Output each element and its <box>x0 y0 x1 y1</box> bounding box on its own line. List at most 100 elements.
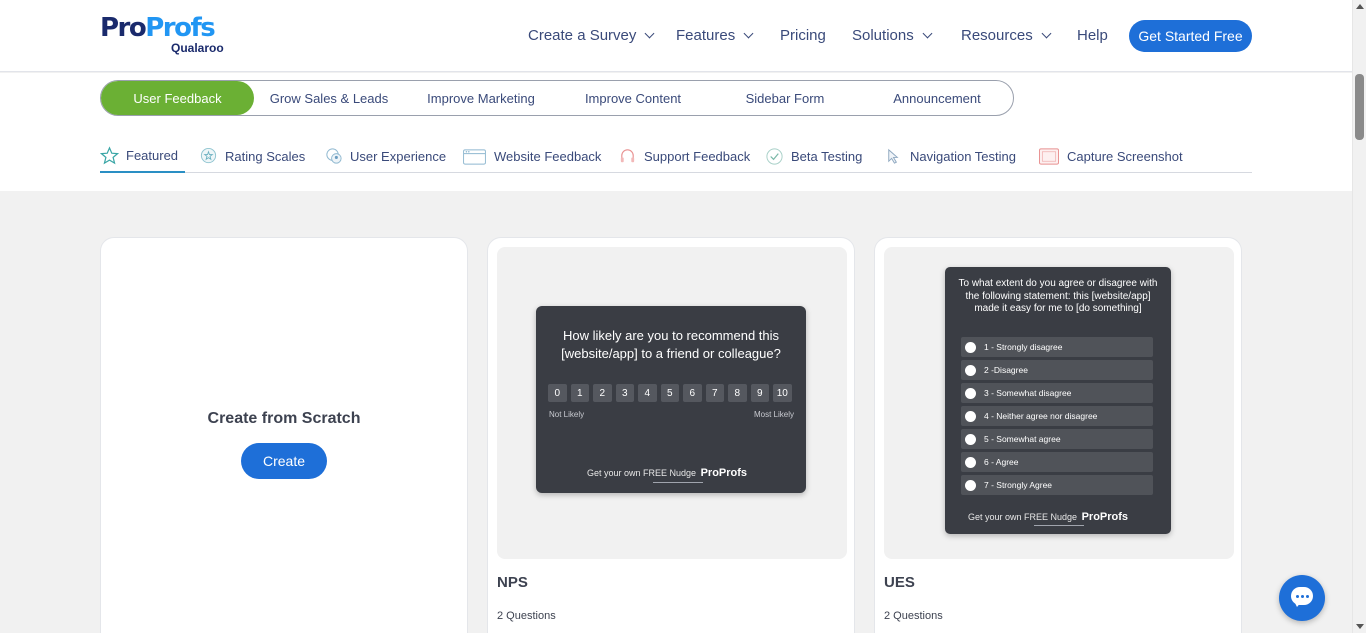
logo-profs: Profs <box>145 13 216 43</box>
radio-icon <box>965 410 976 422</box>
nps-option: 5 <box>660 384 679 402</box>
chat-dot <box>1306 595 1309 598</box>
tab-support-feedback-label: Support Feedback <box>644 148 751 164</box>
ues-question: To what extent do you agree or disagree … <box>958 278 1158 315</box>
category-grow-sales-leads[interactable]: Grow Sales & Leads <box>254 81 404 115</box>
tab-beta-testing-label: Beta Testing <box>791 148 863 164</box>
proprofs-qualaroo-logo[interactable]: ProProfs Qualaroo <box>100 14 230 58</box>
nps-option: 7 <box>705 384 724 402</box>
tab-navigation-testing[interactable]: Navigation Testing <box>884 140 1016 172</box>
page-scrollbar[interactable] <box>1352 0 1366 633</box>
tab-capture-screenshot[interactable]: Capture Screenshot <box>1038 140 1183 172</box>
chat-dot <box>1296 595 1299 598</box>
scrollbar-thumb[interactable] <box>1355 74 1364 140</box>
ues-option-label: 1 - Strongly disagree <box>984 342 1063 352</box>
chevron-down-icon <box>1041 28 1052 39</box>
scroll-down-arrow-icon[interactable] <box>1356 624 1364 629</box>
nav-pricing-label: Pricing <box>780 27 826 44</box>
chat-dot <box>1301 595 1304 598</box>
nps-scale: 0 1 2 3 4 5 6 7 8 9 10 <box>548 384 792 402</box>
tab-user-experience-label: User Experience <box>350 148 447 164</box>
radio-icon <box>965 479 976 491</box>
nps-option: 9 <box>750 384 769 402</box>
nps-option: 0 <box>548 384 567 402</box>
ues-option: 1 - Strongly disagree <box>961 337 1153 357</box>
nav-help-label: Help <box>1077 27 1108 44</box>
nps-option: 1 <box>570 384 589 402</box>
nps-nudge-underline <box>653 482 703 483</box>
category-pills: User Feedback Grow Sales & Leads Improve… <box>100 80 1014 116</box>
nav-help[interactable]: Help <box>1077 27 1108 44</box>
ues-nudge-brand: ProProfs <box>1081 511 1129 523</box>
headset-icon <box>620 148 635 162</box>
radio-icon <box>965 387 976 399</box>
star-icon <box>100 146 119 165</box>
screenshot-frame-icon <box>1039 147 1059 165</box>
nav-solutions-label: Solutions <box>852 27 914 44</box>
template-card-nps[interactable]: How likely are you to recommend this [we… <box>487 237 855 633</box>
create-button[interactable]: Create <box>241 443 327 479</box>
top-header: ProProfs Qualaroo Create a Survey Featur… <box>0 0 1352 72</box>
nav-create-survey[interactable]: Create a Survey <box>528 27 655 44</box>
tab-beta-testing[interactable]: Beta Testing <box>765 140 862 172</box>
ues-option: 7 - Strongly Agree <box>961 475 1153 495</box>
scroll-up-arrow-icon[interactable] <box>1356 4 1364 9</box>
nps-nudge-footer: Get your own FREE Nudge ProProfs <box>587 467 747 479</box>
chat-launcher-button[interactable] <box>1279 575 1325 621</box>
template-tabs: Featured Rating Scales User Experience W… <box>100 140 1252 173</box>
nav-features[interactable]: Features <box>676 27 754 44</box>
chevron-down-icon <box>644 28 655 39</box>
nps-option: 8 <box>728 384 747 402</box>
rating-bubble-icon <box>200 147 217 163</box>
nav-features-label: Features <box>676 27 736 44</box>
ues-preview: To what extent do you agree or disagree … <box>884 247 1234 559</box>
nps-nudge-brand: ProProfs <box>700 467 748 479</box>
nav-solutions[interactable]: Solutions <box>852 27 933 44</box>
nav-resources[interactable]: Resources <box>961 27 1052 44</box>
nps-card-title: NPS <box>497 574 528 591</box>
ues-option-label: 3 - Somewhat disagree <box>984 388 1072 398</box>
nav-pricing[interactable]: Pricing <box>780 27 826 44</box>
create-from-scratch-card[interactable]: Create from Scratch Create <box>100 237 468 633</box>
category-improve-content[interactable]: Improve Content <box>558 81 708 115</box>
tab-featured[interactable]: Featured <box>100 140 185 173</box>
logo-pro: Pro <box>100 13 147 43</box>
get-started-free-button[interactable]: Get Started Free <box>1129 20 1252 52</box>
ues-option: 3 - Somewhat disagree <box>961 383 1153 403</box>
nps-option: 2 <box>593 384 612 402</box>
logo-sub: Qualaroo <box>171 41 224 55</box>
nps-option: 4 <box>638 384 657 402</box>
nps-option: 3 <box>615 384 634 402</box>
radio-icon <box>965 364 976 376</box>
logo-wordmark: ProProfs <box>100 14 230 42</box>
ues-card-title: UES <box>884 574 915 591</box>
category-sidebar-form[interactable]: Sidebar Form <box>710 81 860 115</box>
category-announcement[interactable]: Announcement <box>862 81 1012 115</box>
ues-option-label: 7 - Strongly Agree <box>984 480 1053 490</box>
users-icon <box>326 147 342 164</box>
ues-option-label: 4 - Neither agree nor disagree <box>984 411 1098 421</box>
category-user-feedback[interactable]: User Feedback <box>101 81 254 115</box>
nav-create-survey-label: Create a Survey <box>528 27 637 44</box>
nps-question: How likely are you to recommend this [we… <box>561 328 781 361</box>
ues-option-label: 2 -Disagree <box>984 365 1028 375</box>
tab-website-feedback[interactable]: Website Feedback <box>462 140 601 172</box>
nps-option: 10 <box>773 384 792 402</box>
ues-card-subtitle: 2 Questions <box>884 610 943 622</box>
tab-website-feedback-label: Website Feedback <box>494 148 602 164</box>
nps-high-label: Most Likely <box>753 410 794 419</box>
nps-card-subtitle: 2 Questions <box>497 610 556 622</box>
ues-option: 5 - Somewhat agree <box>961 429 1153 449</box>
tab-user-experience[interactable]: User Experience <box>324 140 446 172</box>
ues-option: 4 - Neither agree nor disagree <box>961 406 1153 426</box>
nps-preview: How likely are you to recommend this [we… <box>497 247 847 559</box>
tab-support-feedback[interactable]: Support Feedback <box>618 140 750 172</box>
template-card-ues[interactable]: To what extent do you agree or disagree … <box>874 237 1242 633</box>
nps-widget-preview: How likely are you to recommend this [we… <box>536 306 806 493</box>
chevron-down-icon <box>922 28 933 39</box>
category-improve-marketing[interactable]: Improve Marketing <box>406 81 556 115</box>
radio-icon <box>965 433 976 445</box>
tab-rating-scales[interactable]: Rating Scales <box>199 140 305 172</box>
ues-nudge-footer: Get your own FREE Nudge ProProfs <box>968 511 1128 523</box>
chevron-down-icon <box>743 28 754 39</box>
